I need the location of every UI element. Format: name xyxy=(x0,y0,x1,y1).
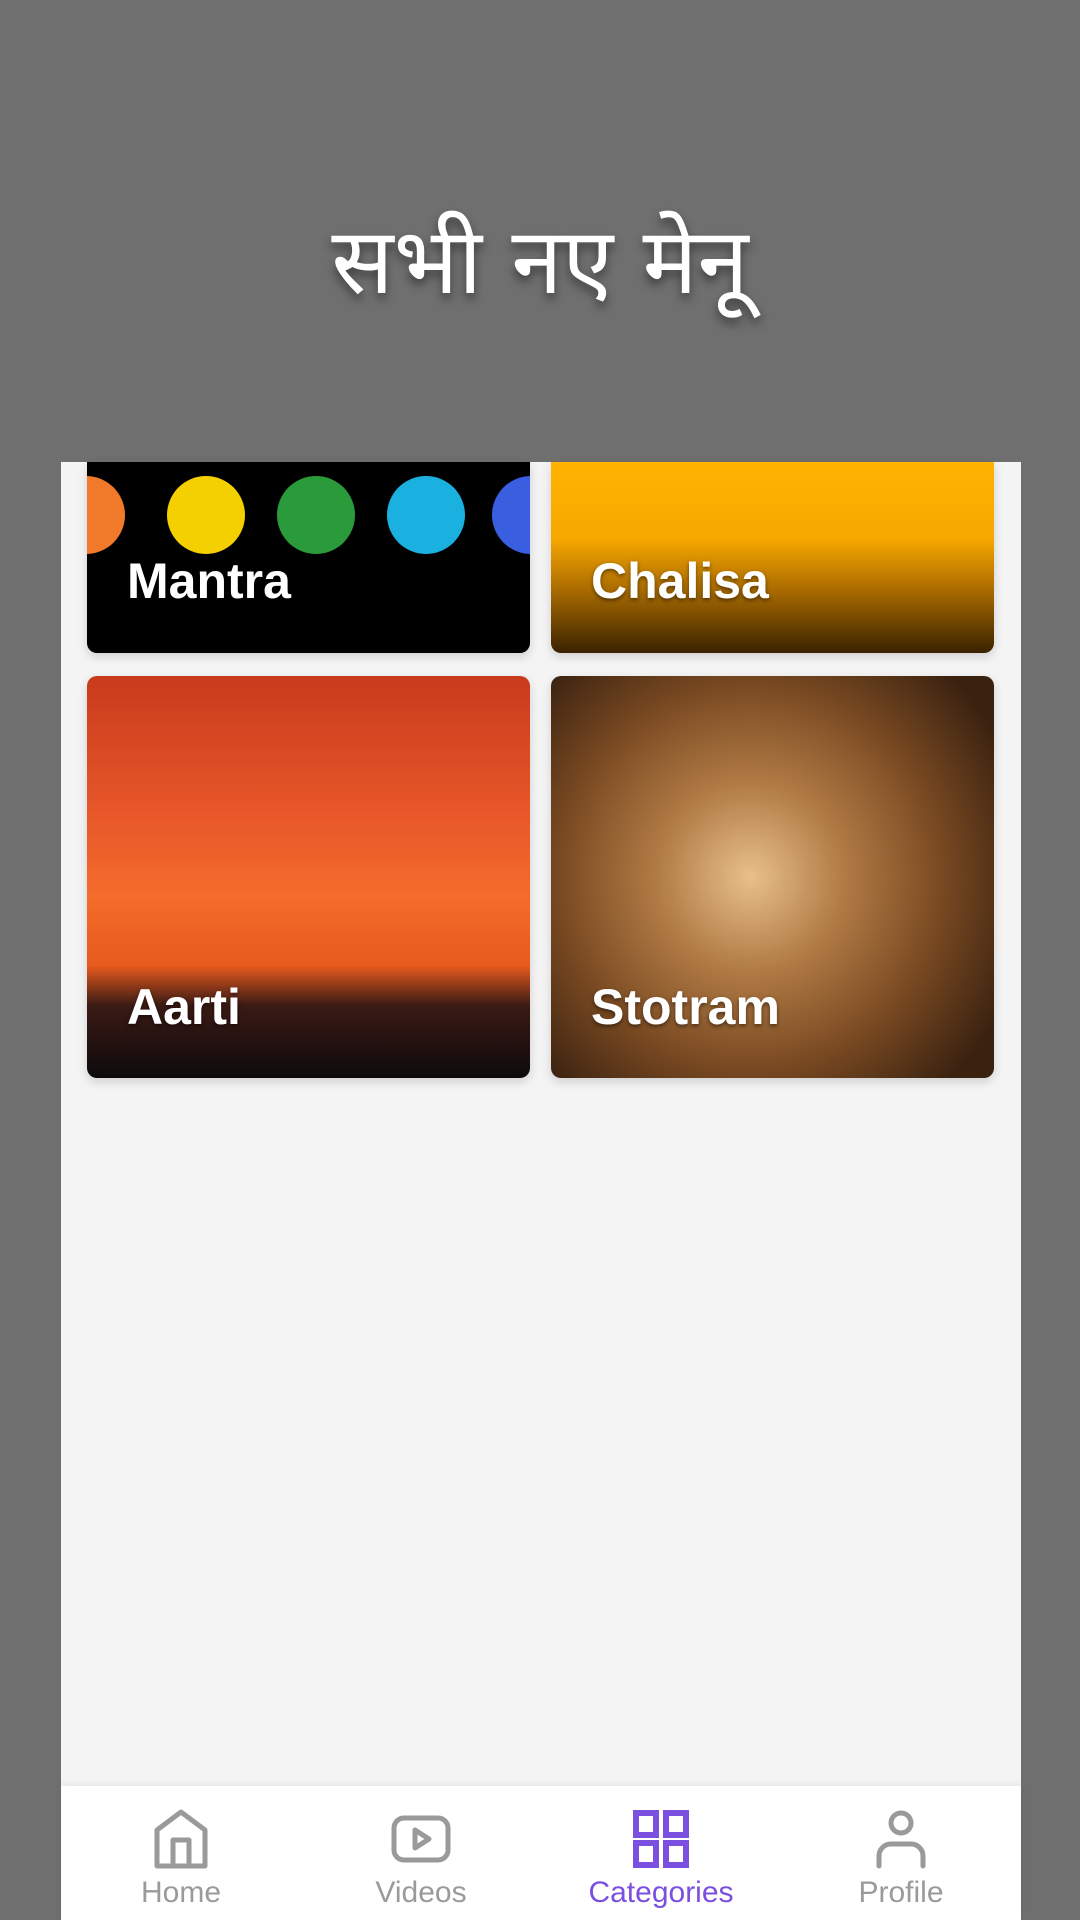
category-label: Mantra xyxy=(127,553,291,609)
nav-label: Categories xyxy=(588,1876,734,1909)
category-label: Chalisa xyxy=(591,553,769,609)
nav-profile[interactable]: Profile xyxy=(781,1786,1021,1920)
nav-categories[interactable]: Categories xyxy=(541,1786,781,1920)
grid-icon xyxy=(633,1810,689,1868)
category-card-stotram[interactable]: Stotram xyxy=(551,676,994,1078)
nav-videos[interactable]: Videos xyxy=(301,1786,541,1920)
page-title: सभी नए मेनू xyxy=(331,208,749,315)
chakra-image xyxy=(87,476,125,554)
nav-label: Profile xyxy=(858,1876,944,1909)
nav-label: Home xyxy=(140,1876,222,1909)
chakra-image xyxy=(167,476,245,554)
user-icon xyxy=(876,1810,926,1869)
nav-label: Videos xyxy=(375,1876,467,1909)
bottom-nav: Home Videos Categories Profile xyxy=(61,1786,1021,1920)
content-panel: Mantra Chalisa Aarti Stotram Home Videos… xyxy=(61,462,1021,1920)
chakra-image xyxy=(492,476,530,554)
category-card-aarti[interactable]: Aarti xyxy=(87,676,530,1078)
category-card-mantra[interactable]: Mantra xyxy=(87,462,530,653)
video-icon xyxy=(391,1815,451,1863)
home-icon xyxy=(154,1809,208,1869)
category-card-chalisa[interactable]: Chalisa xyxy=(551,462,994,653)
nav-home[interactable]: Home xyxy=(61,1786,301,1920)
category-label: Stotram xyxy=(591,979,780,1035)
category-label: Aarti xyxy=(127,979,241,1035)
chakra-image xyxy=(387,476,465,554)
chakra-image xyxy=(277,476,355,554)
